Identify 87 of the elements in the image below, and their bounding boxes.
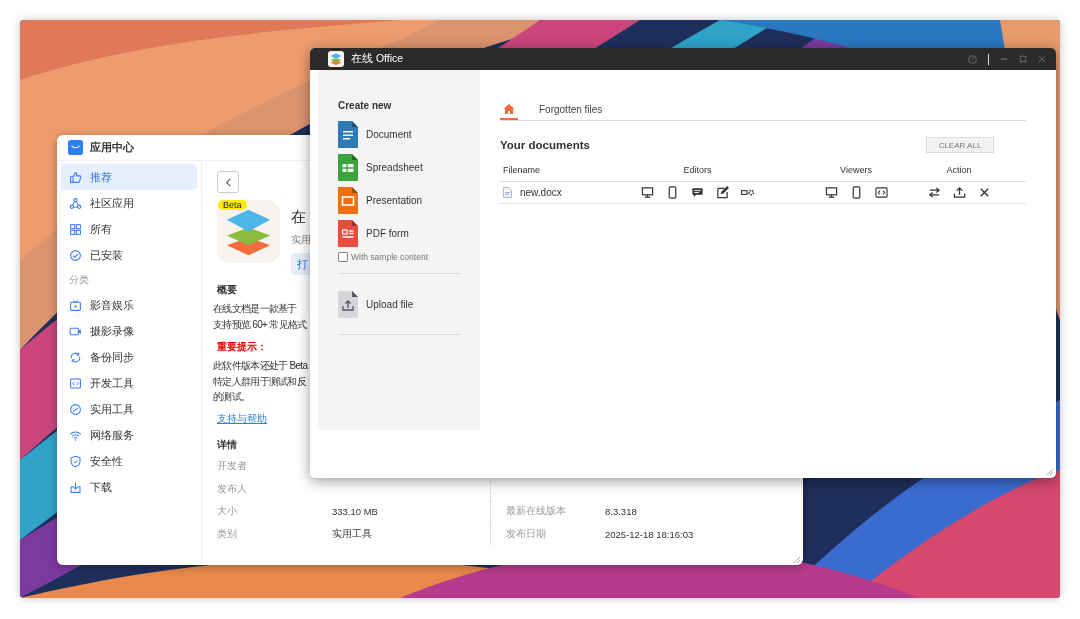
sidebar-item[interactable]: 推荐 (61, 164, 197, 190)
detail-label: 发布日期 (506, 527, 546, 541)
clear-all-button[interactable]: CLEAR ALL (926, 137, 994, 153)
detail-label: 最新在线版本 (506, 505, 566, 519)
thumbs-up-icon (69, 170, 82, 184)
home-icon (503, 103, 515, 115)
file-icon (503, 187, 512, 198)
sidebar-item[interactable]: 下载 (61, 474, 197, 500)
detail-label: 大小 (217, 505, 238, 519)
sidebar-item[interactable]: 备份同步 (61, 344, 197, 370)
form-icon (338, 220, 358, 247)
section-heading: 详情 (217, 437, 238, 452)
notice-text: 的测试。 (213, 390, 251, 404)
create-item[interactable]: PDF form (338, 217, 409, 250)
description-text: 支持预览 60+ 常见格式 (213, 317, 307, 332)
create-item[interactable]: Spreadsheet (338, 151, 423, 184)
section-label: 分类 (68, 273, 90, 287)
embed-code-icon[interactable] (874, 186, 888, 199)
support-link[interactable]: 支持与帮助 (217, 412, 267, 426)
desktop-icon[interactable] (824, 186, 838, 199)
sidebar-item[interactable]: 安全性 (61, 448, 197, 474)
open-button[interactable]: 打 (291, 253, 313, 275)
comment-icon[interactable] (691, 186, 704, 199)
chevron-left-icon (223, 177, 233, 187)
detail-label: 发布人 (217, 482, 248, 496)
sidebar-item[interactable]: 已安装 (61, 242, 197, 268)
resize-grip-icon (1046, 468, 1054, 476)
sidebar-item[interactable]: 所有 (61, 216, 197, 242)
create-item[interactable]: Presentation (338, 184, 423, 217)
file-name: new.docx (520, 187, 562, 198)
detail-value: 2025-12-18 18:16:03 (605, 528, 695, 540)
maximize-icon[interactable] (1019, 55, 1027, 63)
wifi-icon (69, 428, 82, 442)
resize-grip-icon (793, 556, 801, 564)
detail-value: 8.3.318 (605, 506, 638, 518)
notice-text: 此软件版本还处于 Beta (213, 359, 308, 373)
shield-icon (69, 454, 82, 468)
code-icon (69, 376, 82, 390)
sidebar-item[interactable]: 摄影录像 (61, 318, 197, 344)
app-store-icon (68, 140, 83, 155)
sidebar-item[interactable]: 网络服务 (61, 422, 197, 448)
swap-arrows-icon[interactable] (927, 186, 941, 199)
app-icon (217, 200, 280, 263)
sidebar-item[interactable]: 开发工具 (61, 370, 197, 396)
section-heading: Your documents (500, 139, 590, 151)
upload-file-icon (338, 290, 358, 318)
app-category: 实用 (291, 233, 312, 247)
notice-heading: 重要提示： (217, 340, 268, 354)
detail-label: 开发者 (217, 460, 248, 474)
detail-value: 实用工具 (332, 527, 373, 541)
sync-icon (69, 350, 82, 364)
upload-icon[interactable] (952, 186, 966, 199)
sidebar-item[interactable]: 社区应用 (61, 190, 197, 216)
sidebar-item[interactable]: 影音娱乐 (61, 292, 197, 318)
download-icon (69, 480, 82, 494)
presentation-icon (338, 187, 358, 214)
description-text: 在线文档是一款基于 (213, 302, 297, 316)
screen-icon (69, 298, 82, 312)
column-header: Action (946, 165, 972, 175)
desktop-icon[interactable] (641, 186, 654, 199)
checkbox-label: With sample content (351, 252, 428, 262)
spreadsheet-icon (338, 154, 358, 181)
window-title: 应用中心 (90, 140, 134, 155)
detail-value: 333.10 MB (332, 506, 379, 518)
notice-text: 特定人群用于测试和反 (213, 374, 306, 389)
column-header: Viewers (840, 165, 872, 175)
beta-badge: Beta (218, 200, 247, 210)
check-circle-icon (69, 248, 82, 262)
nodes-icon (69, 196, 82, 210)
sidebar-item[interactable]: 实用工具 (61, 396, 197, 422)
window-title: 在线 Office (351, 52, 404, 66)
app-name: 在 (291, 208, 307, 227)
section-heading: Create new (338, 100, 393, 111)
detail-label: 类别 (217, 527, 238, 541)
grid-icon (69, 222, 82, 236)
phone-icon[interactable] (666, 186, 679, 199)
column-header: Filename (503, 165, 540, 175)
stack-icon (328, 51, 344, 67)
tab[interactable]: Forgotten files (536, 100, 606, 120)
gauge-icon (69, 402, 82, 416)
create-item[interactable]: Document (338, 118, 412, 151)
edit-icon[interactable] (716, 186, 729, 199)
upload-item[interactable]: Upload file (338, 285, 414, 323)
checkbox[interactable] (338, 252, 348, 262)
column-header: Editors (683, 165, 712, 175)
section-heading: 概要 (217, 283, 238, 297)
document-icon (338, 121, 358, 148)
